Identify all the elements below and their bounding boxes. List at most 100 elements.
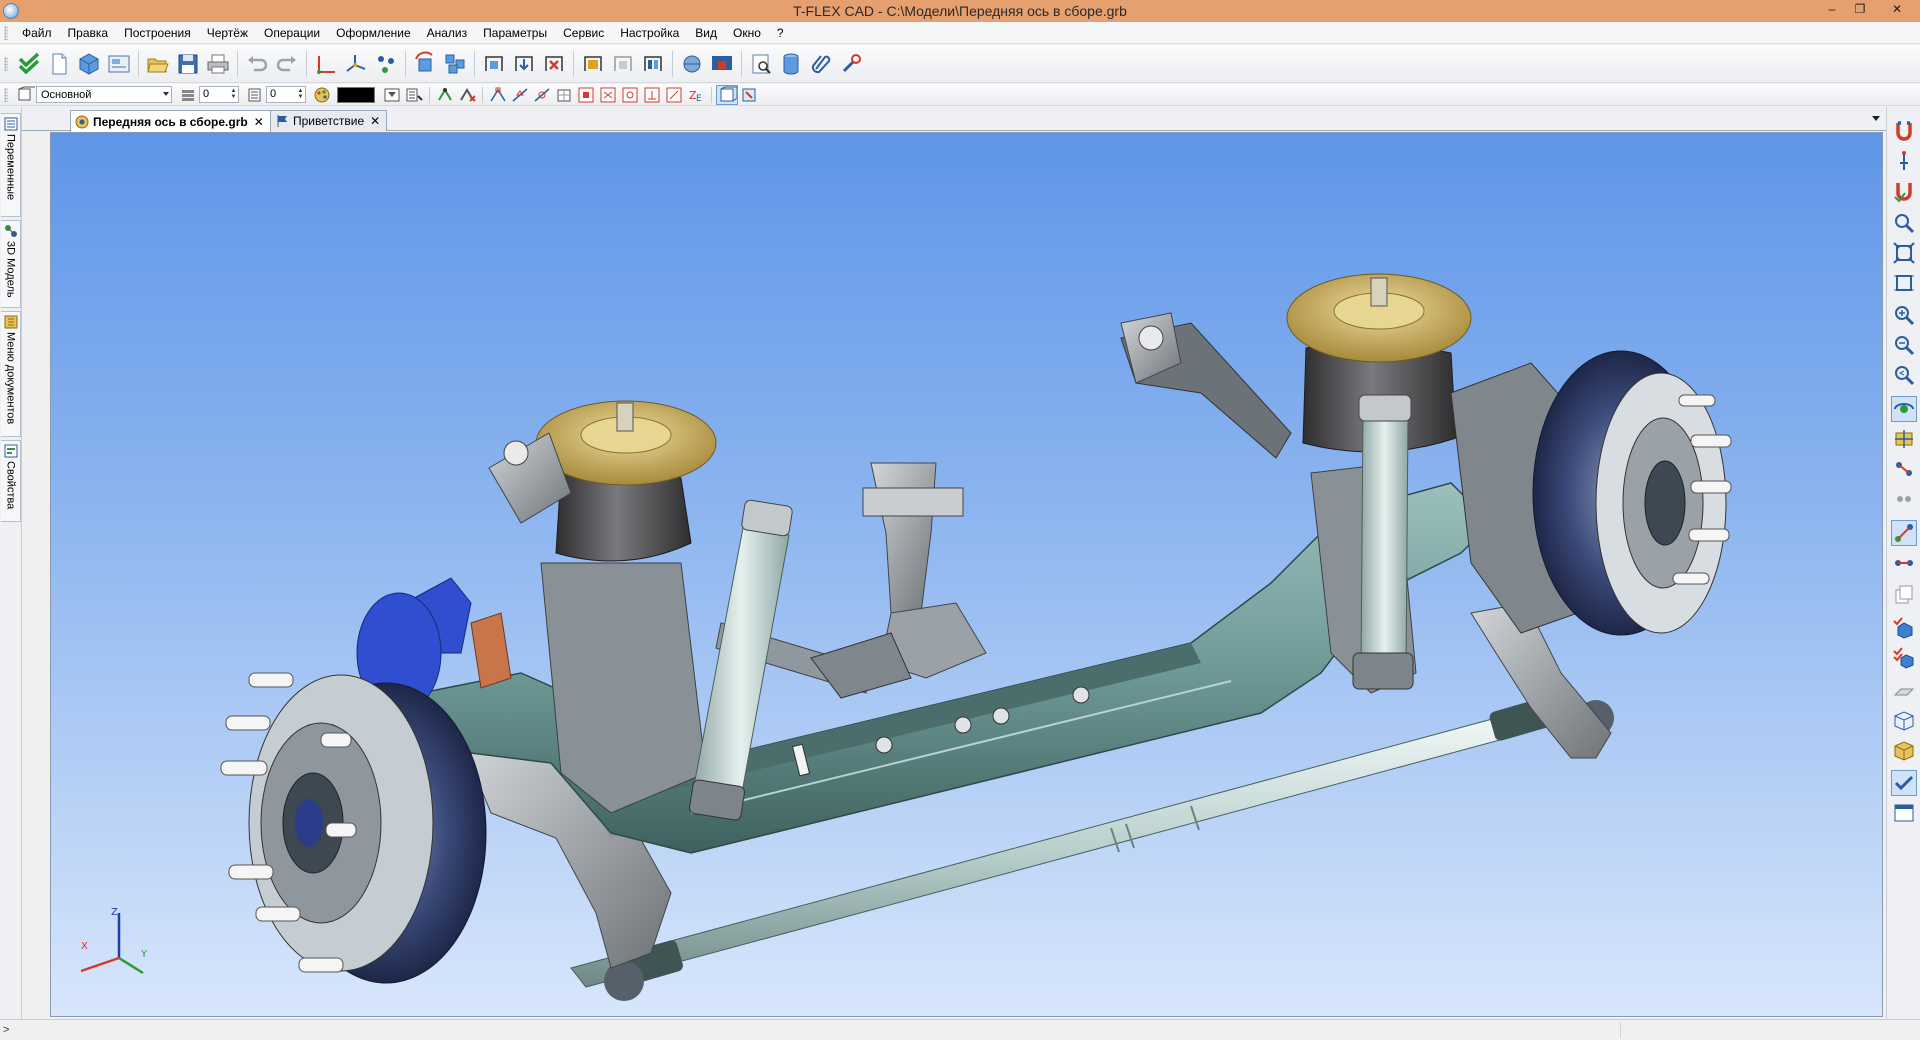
layer-icon-button[interactable]	[15, 86, 35, 104]
tab-front-axle-document[interactable]: Передняя ось в сборе.grb ✕	[70, 110, 271, 132]
menu-operations[interactable]: Операции	[256, 22, 328, 44]
checked-cubes-button[interactable]	[1892, 645, 1916, 669]
snap-endpoint-button[interactable]	[488, 86, 508, 104]
attach-button[interactable]	[808, 51, 834, 77]
plane-button[interactable]	[1892, 679, 1916, 703]
zoom-out-button[interactable]	[1892, 333, 1916, 357]
menu-drawing[interactable]: Чертёж	[199, 22, 256, 44]
snap-perpendicular-button[interactable]	[642, 86, 662, 104]
snap-center-button[interactable]	[532, 86, 552, 104]
snap-midpoint-button[interactable]	[510, 86, 530, 104]
color-palette-button[interactable]	[312, 86, 332, 104]
rotate-model-button[interactable]	[1891, 396, 1917, 422]
fragment-button[interactable]	[481, 51, 507, 77]
snap-nearest-button[interactable]	[664, 86, 684, 104]
checked-cube-button[interactable]	[1892, 615, 1916, 639]
render-quality-button[interactable]	[1891, 770, 1917, 796]
pan-view-button[interactable]	[1892, 427, 1916, 451]
tab-3d-model[interactable]: 3D Модель	[1, 220, 21, 308]
menu-parameters[interactable]: Параметры	[475, 22, 555, 44]
copy-view-button[interactable]	[1892, 583, 1916, 607]
tab-variables[interactable]: Переменные	[1, 113, 21, 217]
new-3d-model-button[interactable]	[76, 51, 102, 77]
right-wheel-hub-disc[interactable]	[1450, 350, 1732, 636]
apply-checkmark-button[interactable]	[16, 51, 42, 77]
tab-documents-menu[interactable]: Меню документов	[1, 311, 21, 437]
3d-viewport[interactable]: Z Y X	[50, 132, 1883, 1017]
app-icon[interactable]	[3, 3, 19, 19]
chevron-down-icon[interactable]	[1872, 116, 1880, 121]
close-icon[interactable]: ✕	[370, 114, 380, 128]
pin-button[interactable]	[1892, 149, 1916, 173]
snap-intersection-button[interactable]	[598, 86, 618, 104]
shaded-view-button[interactable]	[1892, 739, 1916, 763]
snap-magnet-button[interactable]	[1892, 119, 1916, 143]
assembly-button[interactable]	[442, 51, 468, 77]
lcs-button[interactable]	[343, 51, 369, 77]
menu-help[interactable]: ?	[769, 22, 792, 44]
new-file-button[interactable]	[46, 51, 72, 77]
close-button[interactable]: ✕	[1874, 0, 1920, 20]
command-prompt[interactable]: >	[3, 1024, 9, 1036]
menu-edit[interactable]: Правка	[60, 22, 117, 44]
menu-file[interactable]: Файл	[14, 22, 60, 44]
restore-button[interactable]: ❐	[1846, 0, 1874, 20]
color-swatch[interactable]	[337, 86, 375, 103]
menu-analysis[interactable]: Анализ	[419, 22, 476, 44]
front-axle-assembly-model[interactable]: Z Y X	[51, 133, 1883, 1017]
zoom-window-button[interactable]	[1892, 211, 1916, 235]
render-button[interactable]	[709, 51, 735, 77]
level-spinner[interactable]: 0 ▲ ▼	[199, 86, 239, 103]
filter-button[interactable]	[382, 86, 402, 104]
left-wheel-hub-disc[interactable]	[220, 577, 512, 984]
save-button[interactable]	[175, 51, 201, 77]
minimize-button[interactable]: –	[1818, 0, 1846, 20]
delete-fragment-button[interactable]	[541, 51, 567, 77]
show-hidden-button[interactable]	[739, 86, 759, 104]
snap-node-button[interactable]	[576, 86, 596, 104]
title-bar[interactable]: T-FLEX CAD - C:\Модели\Передняя ось в сб…	[0, 0, 1920, 22]
magnet-green-button[interactable]	[1892, 179, 1916, 203]
snap-text-button[interactable]: ZE	[686, 86, 706, 104]
select-list-button[interactable]	[404, 86, 424, 104]
zoom-previous-button[interactable]	[1892, 363, 1916, 387]
zoom-all-button[interactable]	[1892, 241, 1916, 265]
zoom-frame-button[interactable]	[1892, 271, 1916, 295]
undo-button[interactable]	[244, 51, 270, 77]
menu-window[interactable]: Окно	[725, 22, 769, 44]
spinner-arrows-icon[interactable]: ▲ ▼	[297, 88, 304, 101]
materials-button[interactable]	[679, 51, 705, 77]
priority-icon-button[interactable]	[245, 86, 265, 104]
zoom-in-button[interactable]	[1892, 303, 1916, 327]
window-view-button[interactable]	[1892, 801, 1916, 825]
view-button[interactable]	[610, 51, 636, 77]
distance-button[interactable]	[1892, 551, 1916, 575]
spinner-arrows-icon[interactable]: ▲ ▼	[230, 88, 237, 101]
snap-off-button[interactable]	[457, 86, 477, 104]
database-button[interactable]	[778, 51, 804, 77]
layer-select[interactable]: Основной	[36, 86, 172, 103]
fly-button[interactable]	[1892, 487, 1916, 511]
projection-button[interactable]	[640, 51, 666, 77]
new-drawing-button[interactable]	[106, 51, 132, 77]
wireframe-view-button[interactable]	[1892, 709, 1916, 733]
menu-design[interactable]: Оформление	[328, 22, 418, 44]
parameters-tool-button[interactable]	[838, 51, 864, 77]
redo-button[interactable]	[274, 51, 300, 77]
snap-grid-button[interactable]	[554, 86, 574, 104]
close-icon[interactable]: ✕	[254, 115, 264, 129]
toolbar-grip[interactable]	[4, 87, 8, 102]
level-icon-button[interactable]	[178, 86, 198, 104]
toolbar-grip[interactable]	[4, 56, 8, 71]
menu-service[interactable]: Сервис	[555, 22, 612, 44]
measure-button[interactable]	[1891, 520, 1917, 546]
display-mode-button[interactable]	[716, 84, 738, 105]
section-button[interactable]	[580, 51, 606, 77]
menu-grip[interactable]	[4, 25, 8, 40]
open-button[interactable]	[145, 51, 171, 77]
walkthrough-button[interactable]	[1892, 457, 1916, 481]
3d-nodes-button[interactable]	[373, 51, 399, 77]
priority-spinner[interactable]: 0 ▲ ▼	[266, 86, 306, 103]
snap-tangent-button[interactable]	[620, 86, 640, 104]
menu-view[interactable]: Вид	[687, 22, 725, 44]
